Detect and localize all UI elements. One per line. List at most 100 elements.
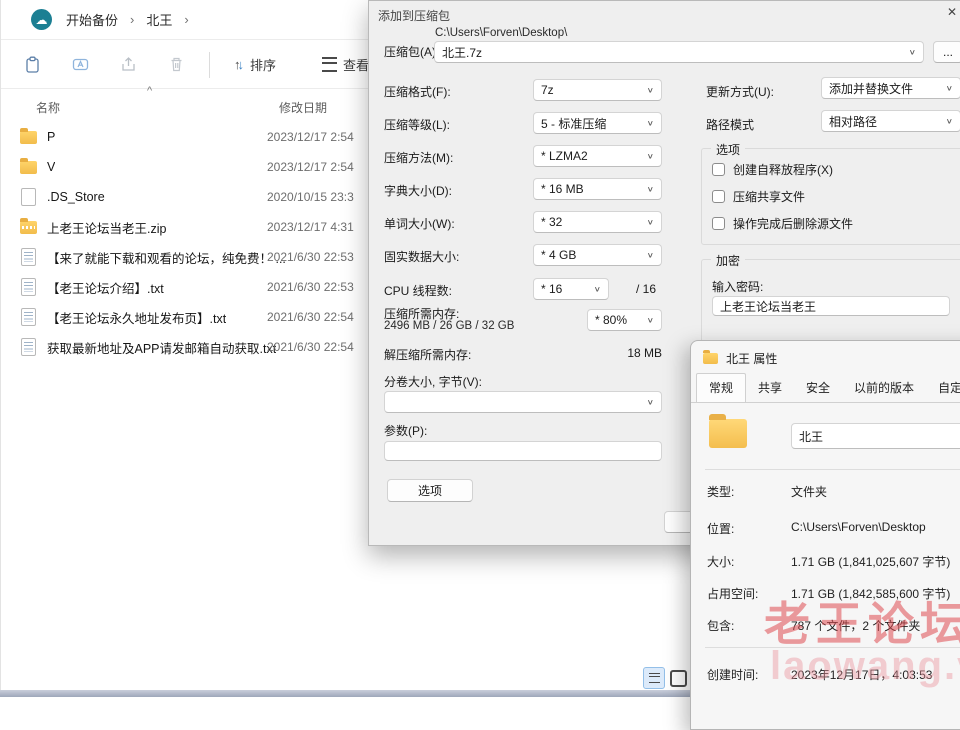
update-mode-value: 添加并替换文件 (829, 80, 946, 97)
file-date: 2021/6/30 22:53 (267, 280, 354, 294)
method-label: 压缩方法(M): (384, 149, 453, 166)
decompress-memory-label: 解压缩所需内存: (384, 346, 471, 363)
checkbox-label: 创建自释放程序(X) (733, 161, 833, 178)
created-label: 创建时间: (707, 666, 758, 683)
file-name: 获取最新地址及APP请发邮箱自动获取.txt (47, 338, 276, 357)
checkbox-delete-after[interactable]: 操作完成后删除源文件 (712, 215, 853, 232)
path-mode-value: 相对路径 (829, 113, 946, 130)
file-date: 2023/12/17 2:54 (267, 130, 354, 144)
cpu-threads-label: CPU 线程数: (384, 282, 452, 299)
tab-customize[interactable]: 自定义 (926, 374, 960, 402)
memory-percent-value: * 80% (595, 313, 647, 327)
tab-previous-versions[interactable]: 以前的版本 (842, 374, 926, 402)
column-header-name[interactable]: 名称 (36, 99, 60, 116)
password-input[interactable] (712, 296, 950, 316)
memory-detail: 2496 MB / 26 GB / 32 GB (384, 320, 514, 332)
location-label: 位置: (707, 520, 734, 537)
checkbox-icon (712, 217, 725, 230)
onedrive-cloud-icon[interactable]: ☁ (31, 9, 52, 30)
dictionary-label: 字典大小(D): (384, 182, 452, 199)
browse-label: ... (943, 45, 953, 59)
thumbnail-view-toggle[interactable] (670, 670, 687, 687)
paste-button[interactable] (15, 50, 49, 80)
zip-folder-icon (20, 221, 37, 234)
breadcrumb-item-backup[interactable]: 开始备份 (66, 10, 118, 29)
file-date: 2021/6/30 22:54 (267, 340, 354, 354)
share-icon (119, 55, 138, 74)
toolbar-divider (209, 52, 210, 78)
checkbox-shared-files[interactable]: 压缩共享文件 (712, 188, 805, 205)
format-combo[interactable]: 7z ∨ (533, 79, 662, 101)
delete-button[interactable] (159, 50, 193, 80)
close-icon[interactable]: ✕ (947, 5, 957, 19)
folder-icon (703, 353, 718, 364)
chevron-down-icon: ∨ (594, 285, 601, 293)
checkbox-label: 操作完成后删除源文件 (733, 215, 853, 232)
chevron-right-icon: › (184, 12, 188, 27)
parameters-input[interactable] (384, 441, 662, 461)
folder-name-input[interactable] (791, 423, 960, 449)
file-date: 2020/10/15 23:3 (267, 190, 354, 204)
memory-percent-combo[interactable]: * 80% ∨ (587, 309, 662, 331)
checkbox-create-sfx[interactable]: 创建自释放程序(X) (712, 161, 833, 178)
dictionary-combo[interactable]: * 16 MB ∨ (533, 178, 662, 200)
rename-icon (71, 55, 90, 74)
chevron-down-icon: ∨ (647, 218, 654, 226)
file-row[interactable]: 【老王论坛永久地址发布页】.txt 2021/6/30 22:54 (1, 302, 381, 332)
checkbox-icon (712, 190, 725, 203)
view-button[interactable]: 查看 (322, 55, 369, 74)
rename-button[interactable] (63, 50, 97, 80)
details-view-toggle[interactable] (643, 667, 665, 689)
dialog-title: 添加到压缩包 (378, 7, 450, 24)
checkbox-icon (712, 163, 725, 176)
path-mode-combo[interactable]: 相对路径 ∨ (821, 110, 960, 132)
volume-size-combo[interactable]: ∨ (384, 391, 662, 413)
properties-titlebar: 北王 属性 (691, 341, 960, 375)
file-row[interactable]: V 2023/12/17 2:54 (1, 152, 381, 182)
browse-button[interactable]: ... (933, 41, 960, 63)
file-name: V (47, 160, 55, 174)
cpu-threads-combo[interactable]: * 16 ∨ (533, 278, 609, 300)
chevron-down-icon: ∨ (909, 48, 916, 56)
share-button[interactable] (111, 50, 145, 80)
chevron-down-icon: ∨ (647, 185, 654, 193)
folder-properties-dialog: 北王 属性 常规 共享 安全 以前的版本 自定义 类型: 文件夹 位置: C:\… (690, 340, 960, 730)
archive-path: C:\Users\Forven\Desktop\ (435, 27, 567, 39)
chevron-down-icon: ∨ (647, 119, 654, 127)
file-name: 【来了就能下载和观看的论坛，纯免费！ ... (47, 248, 286, 267)
path-mode-label: 路径模式 (706, 116, 754, 133)
file-row[interactable]: 【来了就能下载和观看的论坛，纯免费！ ... 2021/6/30 22:53 (1, 242, 381, 272)
method-combo[interactable]: * LZMA2 ∨ (533, 145, 662, 167)
level-combo[interactable]: 5 - 标准压缩 ∨ (533, 112, 662, 134)
folder-icon (20, 161, 37, 174)
text-file-icon (21, 248, 36, 266)
chevron-down-icon: ∨ (647, 86, 654, 94)
file-row[interactable]: 【老王论坛介绍】.txt 2021/6/30 22:53 (1, 272, 381, 302)
solid-size-value: * 4 GB (541, 248, 647, 262)
parameters-label: 参数(P): (384, 422, 427, 439)
solid-size-label: 固实数据大小: (384, 248, 459, 265)
file-row[interactable]: .DS_Store 2020/10/15 23:3 (1, 182, 381, 212)
tab-security[interactable]: 安全 (794, 374, 842, 402)
level-value: 5 - 标准压缩 (541, 115, 647, 132)
file-row[interactable]: 获取最新地址及APP请发邮箱自动获取.txt 2021/6/30 22:54 (1, 332, 381, 362)
trash-icon (167, 55, 186, 74)
sort-button[interactable]: ↑↓ 排序 (234, 55, 276, 74)
breadcrumb-item-folder[interactable]: 北王 (146, 10, 172, 29)
column-header-date[interactable]: 修改日期 (279, 99, 327, 116)
cpu-threads-value: * 16 (541, 282, 594, 296)
word-size-combo[interactable]: * 32 ∨ (533, 211, 662, 233)
update-mode-combo[interactable]: 添加并替换文件 ∨ (821, 77, 960, 99)
tab-general[interactable]: 常规 (696, 373, 746, 403)
options-button[interactable]: 选项 (387, 479, 473, 502)
sort-label: 排序 (250, 55, 276, 74)
file-name: .DS_Store (47, 190, 105, 204)
solid-size-combo[interactable]: * 4 GB ∨ (533, 244, 662, 266)
format-label: 压缩格式(F): (384, 83, 451, 100)
tab-sharing[interactable]: 共享 (746, 374, 794, 402)
list-view-icon (649, 673, 660, 683)
file-row[interactable]: 上老王论坛当老王.zip 2023/12/17 4:31 (1, 212, 381, 242)
file-row[interactable]: P 2023/12/17 2:54 (1, 122, 381, 152)
archive-name-combo[interactable]: 北王.7z ∨ (434, 41, 924, 63)
type-label: 类型: (707, 483, 734, 500)
